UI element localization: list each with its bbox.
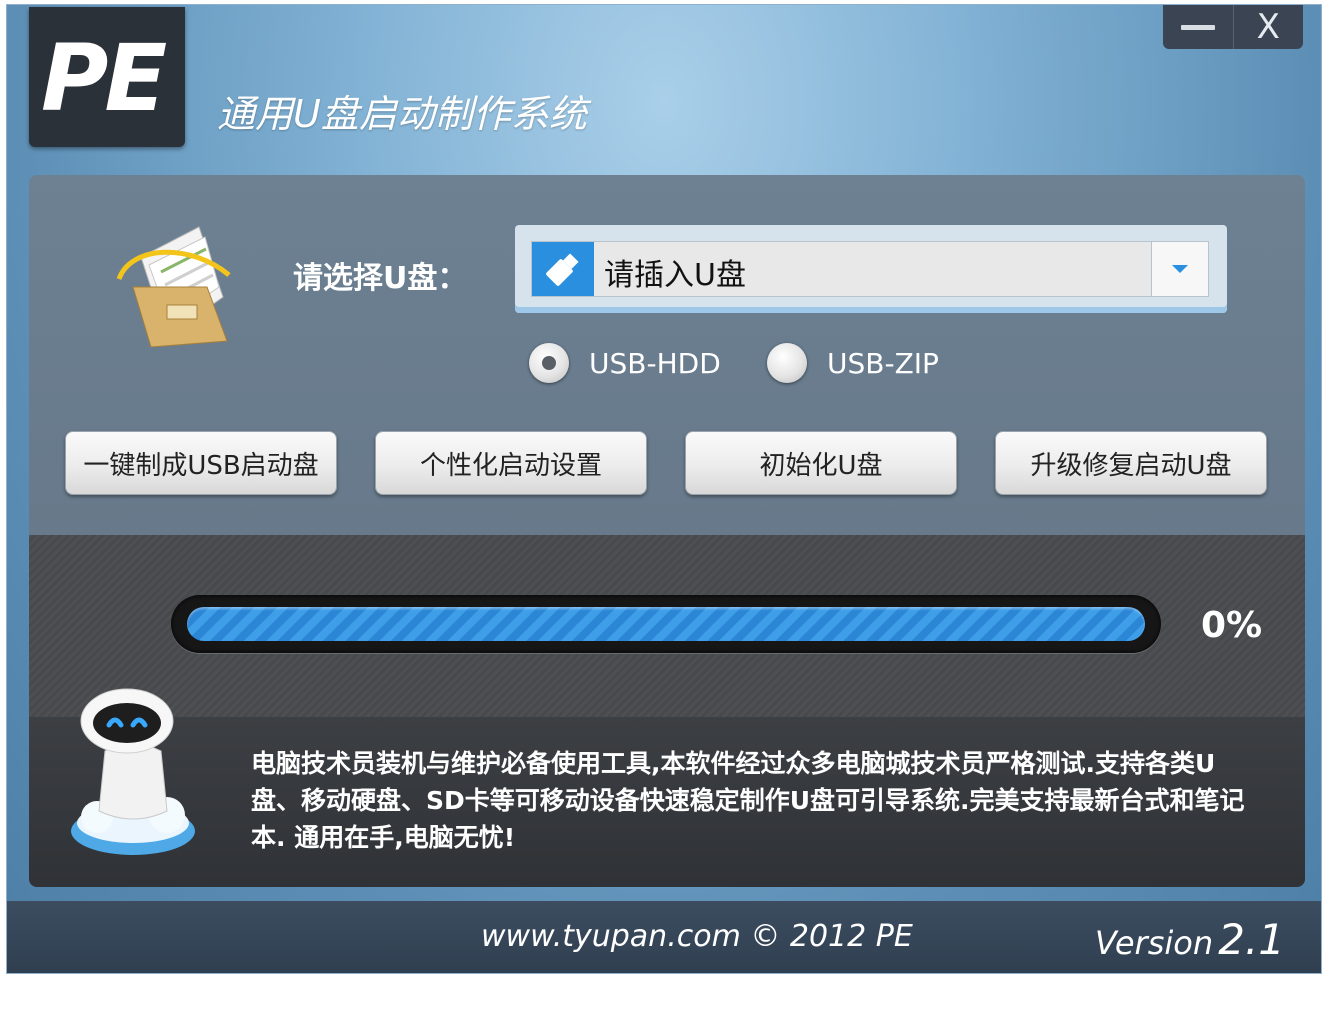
usb-drive-dropdown[interactable]: 请插入U盘 bbox=[531, 241, 1209, 297]
footer-bar: www.tyupan.com © 2012 PE Version 2.1 bbox=[7, 901, 1321, 973]
progress-fill bbox=[187, 607, 1145, 641]
minimize-button[interactable] bbox=[1163, 5, 1234, 49]
radio-indicator bbox=[767, 343, 807, 383]
radio-usb-hdd[interactable]: USB-HDD bbox=[529, 343, 721, 383]
chevron-down-icon bbox=[1172, 265, 1188, 273]
radio-label: USB-ZIP bbox=[827, 346, 939, 380]
minimize-icon bbox=[1180, 24, 1215, 30]
version-number: 2.1 bbox=[1218, 915, 1285, 964]
radio-label: USB-HDD bbox=[589, 346, 721, 380]
version-label: Version 2.1 bbox=[1095, 915, 1285, 964]
custom-boot-settings-button[interactable]: 个性化启动设置 bbox=[375, 431, 647, 495]
init-usb-button[interactable]: 初始化U盘 bbox=[685, 431, 957, 495]
progress-bar bbox=[171, 595, 1161, 653]
close-button[interactable]: X bbox=[1234, 5, 1304, 49]
robot-mascot-icon bbox=[71, 688, 195, 855]
info-section: 电脑技术员装机与维护必备使用工具,本软件经过众多电脑城技术员严格测试.支持各类U… bbox=[29, 717, 1305, 887]
window-controls: X bbox=[1163, 5, 1303, 49]
usb-drive-icon bbox=[532, 242, 594, 296]
progress-section: 0% bbox=[29, 535, 1305, 717]
pe-logo: PE bbox=[29, 7, 185, 147]
usb-select-label: 请选择U盘： bbox=[293, 261, 468, 296]
close-icon: X bbox=[1256, 7, 1280, 47]
progress-percent: 0% bbox=[1201, 605, 1263, 646]
app-title: 通用U盘启动制作系统 bbox=[217, 92, 587, 136]
radio-usb-zip[interactable]: USB-ZIP bbox=[767, 343, 939, 383]
usb-select-frame: 请插入U盘 bbox=[515, 225, 1227, 313]
radio-indicator-selected bbox=[529, 343, 569, 383]
version-word: Version bbox=[1094, 924, 1214, 962]
repair-usb-boot-button[interactable]: 升级修复启动U盘 bbox=[995, 431, 1267, 495]
main-panel: 请选择U盘： 请插入U盘 USB-HDD USB-ZIP 一键制成USB启动盘 … bbox=[29, 175, 1305, 887]
usb-drive-value: 请插入U盘 bbox=[604, 258, 746, 293]
folder-icon bbox=[116, 226, 231, 347]
app-window: PE 通用U盘启动制作系统 X 请选择U盘： 请插入U盘 USB-HDD USB… bbox=[6, 4, 1322, 974]
copyright-text: www.tyupan.com © 2012 PE bbox=[481, 919, 913, 954]
dropdown-toggle[interactable] bbox=[1151, 242, 1208, 296]
create-usb-boot-button[interactable]: 一键制成USB启动盘 bbox=[65, 431, 337, 495]
description-text: 电脑技术员装机与维护必备使用工具,本软件经过众多电脑城技术员严格测试.支持各类U… bbox=[251, 749, 1245, 852]
